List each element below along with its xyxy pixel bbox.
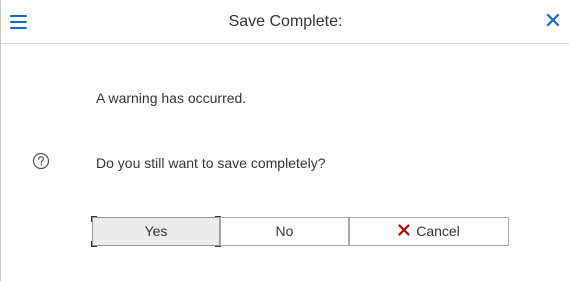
focus-indicator — [91, 216, 97, 222]
save-complete-dialog: Save Complete: A warning has occurred. D… — [0, 0, 569, 281]
cancel-x-icon — [398, 218, 410, 245]
cancel-button[interactable]: Cancel — [349, 217, 509, 246]
no-button[interactable]: No — [220, 217, 349, 246]
focus-indicator — [91, 241, 97, 247]
help-circle-icon — [32, 152, 50, 170]
dialog-title: Save Complete: — [228, 13, 343, 30]
yes-button[interactable]: Yes — [91, 216, 221, 247]
warning-message: A warning has occurred. — [96, 90, 247, 106]
close-icon[interactable] — [546, 13, 562, 29]
cancel-button-label: Cancel — [416, 223, 460, 239]
no-button-label: No — [275, 223, 294, 239]
question-message: Do you still want to save completely? — [96, 155, 326, 171]
dialog-header: Save Complete: — [1, 0, 569, 44]
yes-button-label: Yes — [144, 223, 168, 239]
